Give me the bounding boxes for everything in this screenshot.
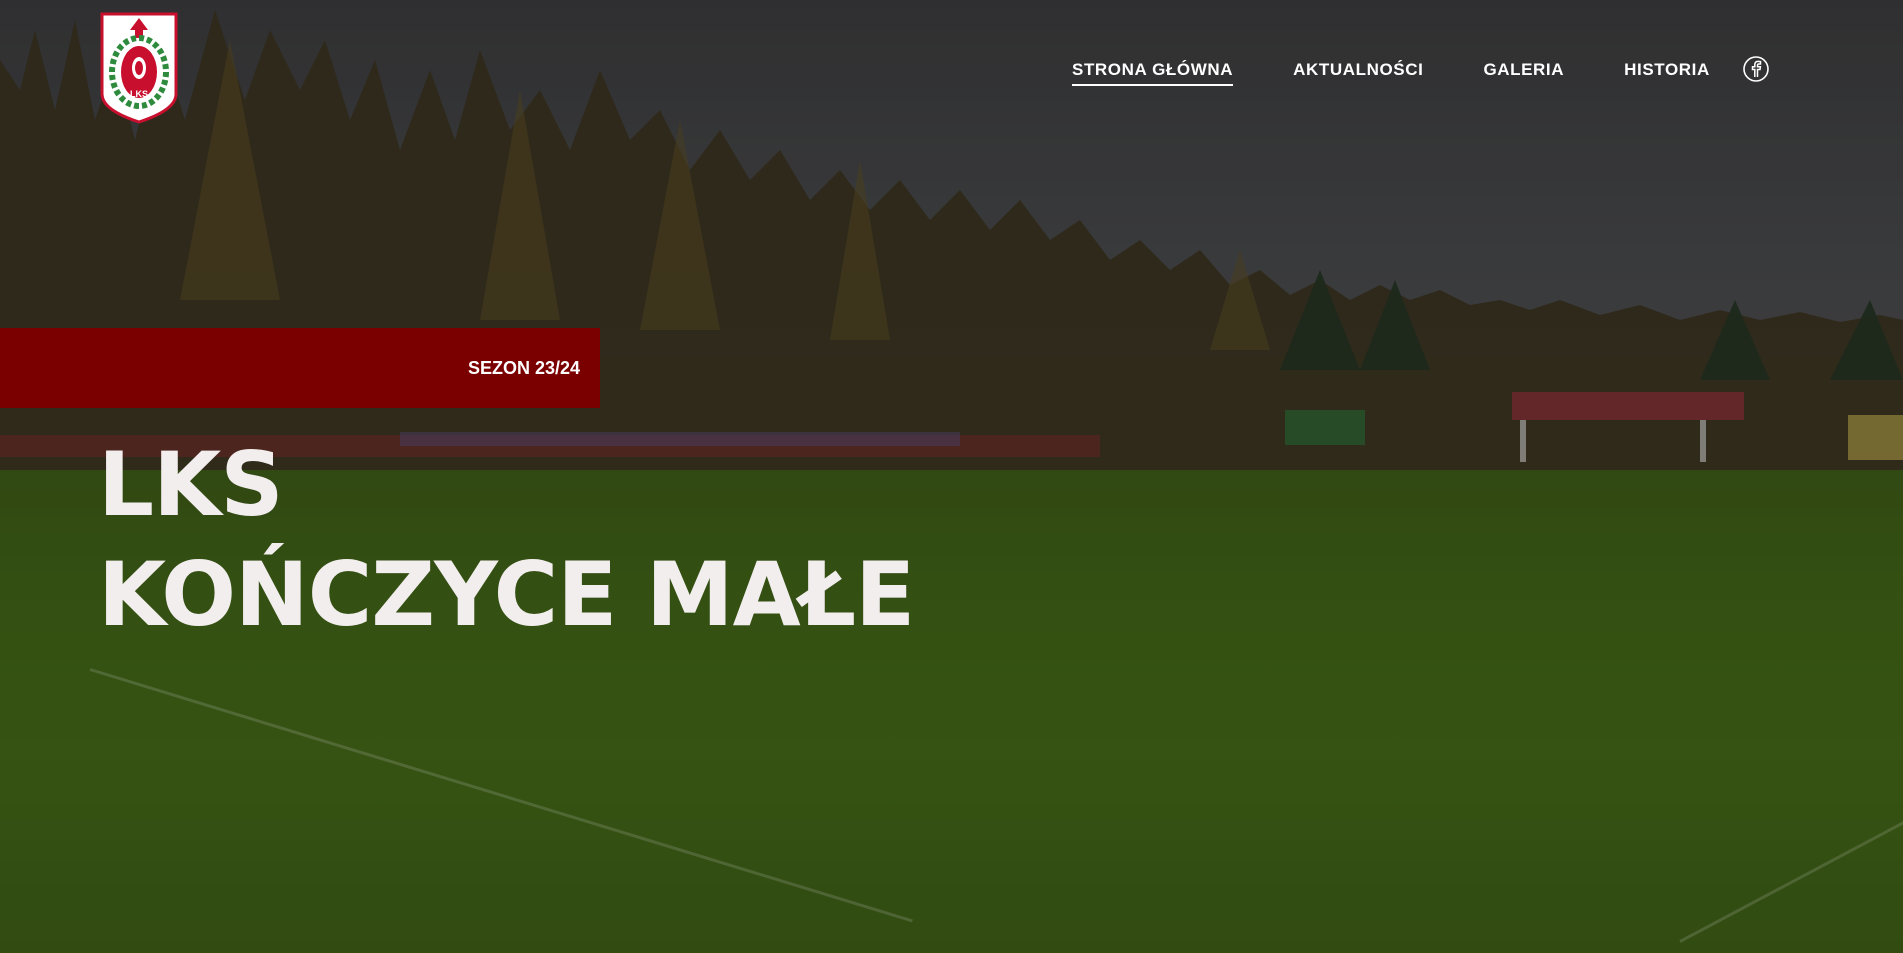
svg-text:LKS: LKS [130,89,148,99]
main-nav: STRONA GŁÓWNA AKTUALNOŚCI GALERIA HISTOR… [1072,60,1770,90]
nav-gallery[interactable]: GALERIA [1483,60,1564,84]
season-label: SEZON 23/24 [467,358,580,378]
club-crest-icon: LKS [100,12,178,124]
nav-history[interactable]: HISTORIA [1624,60,1710,84]
hero-title-line1: LKS [98,433,284,536]
nav-news[interactable]: AKTUALNOŚCI [1293,60,1423,84]
season-banner: SEZON 23/24 [0,328,600,408]
nav-home[interactable]: STRONA GŁÓWNA [1072,60,1234,86]
hero-title: LKS KOŃCZYCE MAŁE [98,430,915,650]
facebook-icon [1743,56,1769,82]
facebook-link[interactable] [1742,55,1770,83]
hero-title-line2: KOŃCZYCE MAŁE [98,543,915,646]
club-logo[interactable]: LKS [98,10,180,126]
